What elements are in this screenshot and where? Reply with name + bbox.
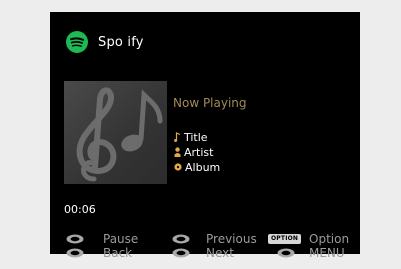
track-album-row: Album	[174, 160, 220, 174]
menu-label: MENU	[309, 246, 345, 260]
remote-button-icon	[172, 234, 190, 244]
next-label: Next	[206, 246, 234, 260]
track-artist-row: Artist	[174, 145, 213, 159]
option-button-badge: OPTION	[268, 234, 302, 244]
disc-icon	[174, 163, 182, 171]
menu-control[interactable]: MENU	[277, 246, 345, 260]
player-screen: Spo ify Now Playing Title Artist Album 0…	[50, 12, 360, 260]
option-control[interactable]: OPTION Option	[268, 232, 349, 246]
album-art	[64, 81, 167, 184]
remote-button-icon	[66, 248, 84, 258]
music-note-icon	[174, 132, 181, 142]
back-control[interactable]: Back	[66, 246, 132, 260]
spotify-logo-icon	[66, 31, 88, 53]
track-title: Title	[184, 130, 208, 144]
option-label: Option	[309, 232, 350, 246]
track-title-row: Title	[174, 130, 208, 144]
remote-button-icon	[66, 234, 84, 244]
music-notes-icon	[76, 87, 163, 182]
now-playing-heading: Now Playing	[173, 96, 247, 110]
previous-control[interactable]: Previous	[172, 232, 257, 246]
remote-button-icon	[172, 248, 190, 258]
back-label: Back	[103, 246, 133, 260]
track-artist: Artist	[184, 145, 214, 159]
next-control[interactable]: Next	[172, 246, 234, 260]
remote-button-icon	[277, 248, 295, 258]
previous-label: Previous	[206, 232, 257, 246]
pause-label: Pause	[103, 232, 139, 246]
elapsed-time: 00:06	[64, 203, 96, 216]
app-name: Spo ify	[98, 35, 144, 50]
person-icon	[174, 147, 181, 157]
track-album: Album	[185, 160, 221, 174]
pause-control[interactable]: Pause	[66, 232, 138, 246]
